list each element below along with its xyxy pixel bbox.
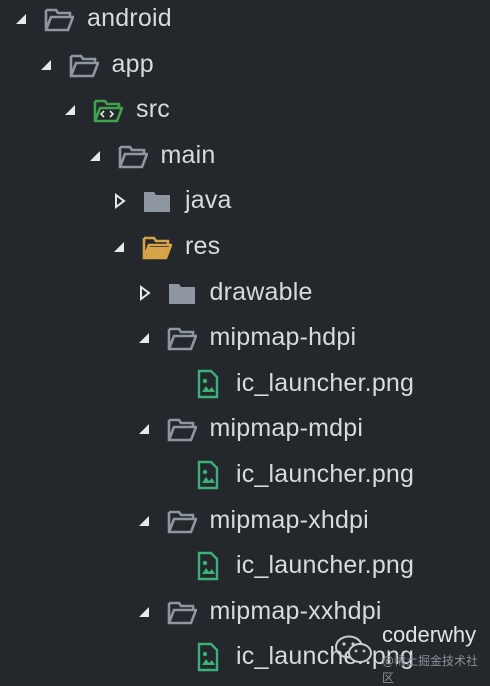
tree-item-label: src: [136, 93, 170, 125]
expanded-arrow-icon[interactable]: [137, 330, 153, 346]
tree-folder-row[interactable]: mipmap-mdpi: [0, 406, 490, 452]
expanded-arrow-icon[interactable]: [137, 513, 153, 529]
tree-item-label: mipmap-mdpi: [210, 412, 364, 444]
watermark: coderwhy @稀土掘金技术社区: [334, 620, 484, 670]
folder-open-icon: [44, 4, 74, 34]
watermark-subtitle: @稀土掘金技术社区: [382, 652, 484, 686]
tree-item-label: drawable: [210, 276, 313, 308]
expanded-arrow-icon[interactable]: [137, 604, 153, 620]
image-file-icon: [196, 369, 220, 399]
tree-folder-row[interactable]: java: [0, 178, 490, 224]
folder-open-icon: [167, 506, 197, 536]
folder-open-icon: [69, 50, 99, 80]
tree-folder-row[interactable]: main: [0, 133, 490, 179]
file-tree: android app src main java res drawable mipmap-h…: [0, 0, 490, 678]
image-file-icon: [196, 551, 220, 581]
image-file-icon: [196, 642, 220, 672]
expanded-arrow-icon[interactable]: [112, 239, 128, 255]
folder-open-icon: [167, 414, 197, 444]
expanded-arrow-icon[interactable]: [137, 421, 153, 437]
tree-file-row[interactable]: ic_launcher.png: [0, 361, 490, 407]
tree-item-label: android: [87, 2, 172, 34]
collapsed-arrow-icon[interactable]: [137, 285, 153, 301]
folder-open-icon: [118, 141, 148, 171]
collapsed-arrow-icon[interactable]: [112, 193, 128, 209]
resource-folder-icon: [142, 232, 172, 262]
tree-item-label: mipmap-hdpi: [210, 321, 357, 353]
tree-folder-row[interactable]: src: [0, 87, 490, 133]
tree-item-label: ic_launcher.png: [236, 458, 414, 490]
image-file-icon: [196, 460, 220, 490]
watermark-name: coderwhy: [382, 622, 476, 648]
wechat-icon: [334, 634, 374, 666]
tree-folder-row[interactable]: drawable: [0, 270, 490, 316]
expanded-arrow-icon[interactable]: [14, 11, 30, 27]
folder-open-icon: [167, 323, 197, 353]
expanded-arrow-icon[interactable]: [39, 57, 55, 73]
folder-icon: [167, 278, 197, 308]
tree-item-label: app: [112, 48, 154, 80]
tree-item-label: ic_launcher.png: [236, 549, 414, 581]
tree-item-label: mipmap-xhdpi: [210, 504, 369, 536]
tree-folder-row[interactable]: app: [0, 42, 490, 88]
tree-item-label: main: [161, 139, 216, 171]
folder-icon: [142, 186, 172, 216]
tree-folder-row[interactable]: mipmap-xhdpi: [0, 498, 490, 544]
expanded-arrow-icon[interactable]: [63, 102, 79, 118]
tree-file-row[interactable]: ic_launcher.png: [0, 543, 490, 589]
tree-folder-row[interactable]: android: [0, 0, 490, 42]
tree-folder-row[interactable]: res: [0, 224, 490, 270]
tree-file-row[interactable]: ic_launcher.png: [0, 452, 490, 498]
folder-open-icon: [167, 597, 197, 627]
source-folder-icon: [93, 95, 123, 125]
tree-item-label: java: [185, 184, 232, 216]
tree-item-label: res: [185, 230, 220, 262]
tree-folder-row[interactable]: mipmap-hdpi: [0, 315, 490, 361]
expanded-arrow-icon[interactable]: [88, 148, 104, 164]
tree-item-label: ic_launcher.png: [236, 367, 414, 399]
